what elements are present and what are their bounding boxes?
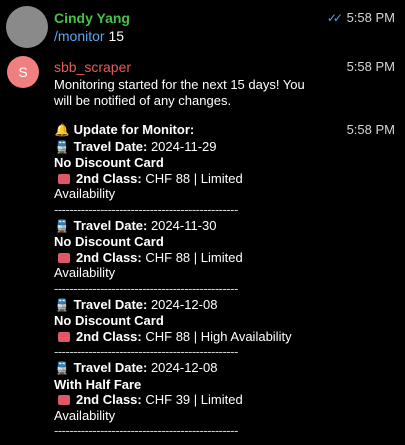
update-message: 🔔 Update for Monitor: 🚆 Travel Date: 202… xyxy=(54,122,344,439)
ticket-icon xyxy=(58,395,70,406)
ticket-icon xyxy=(58,173,70,184)
price: CHF 88 | Limited xyxy=(145,249,243,265)
discount-card: No Discount Card xyxy=(54,234,164,250)
discount-card: No Discount Card xyxy=(54,155,164,171)
separator: ----------------------------------------… xyxy=(54,280,238,296)
update-entry: 🚆 Travel Date: 2024-12-08 No Discount Ca… xyxy=(54,297,344,360)
travel-date-row: 🚆 Travel Date: 2024-12-08 xyxy=(54,359,218,375)
update-header: 🔔 Update for Monitor: xyxy=(54,122,195,137)
double-check-icon: ✓✓ xyxy=(326,11,343,25)
message-time: 5:58 PM xyxy=(346,10,395,25)
discount-card: No Discount Card xyxy=(54,313,164,329)
update-entry: 🚆 Travel Date: 2024-12-08 With Half Fare… xyxy=(54,360,344,439)
avatar[interactable]: S xyxy=(7,56,39,88)
avatar-letter: S xyxy=(18,64,28,80)
message-time: 5:58 PM xyxy=(346,59,395,74)
class-row: 2nd Class: CHF 88 | High Availability xyxy=(54,329,344,345)
separator: ----------------------------------------… xyxy=(54,423,238,439)
command-link[interactable]: /monitor xyxy=(54,28,105,44)
travel-date: 2024-11-30 xyxy=(150,217,217,233)
message-meta: ✓✓ 5:58 PM xyxy=(327,9,395,27)
update-entry: 🚆 Travel Date: 2024-11-29 No Discount Ca… xyxy=(54,139,344,218)
command-argument: 15 xyxy=(108,28,125,44)
class-row: 2nd Class: CHF 88 | Limited xyxy=(54,171,344,187)
message-line: will be notified of any changes. xyxy=(54,93,232,108)
train-icon: 🚆 xyxy=(54,218,70,233)
train-icon: 🚆 xyxy=(54,297,70,312)
message-time: 5:58 PM xyxy=(346,122,395,137)
update-entry: 🚆 Travel Date: 2024-11-30 No Discount Ca… xyxy=(54,218,344,297)
train-icon: 🚆 xyxy=(54,139,70,154)
ticket-icon xyxy=(58,252,70,263)
price-continued: Availability xyxy=(54,407,116,423)
sender-name[interactable]: sbb_scraper xyxy=(54,58,131,76)
separator: ----------------------------------------… xyxy=(54,201,238,217)
travel-date: 2024-12-08 xyxy=(150,296,218,312)
price: CHF 88 | Limited xyxy=(145,170,243,186)
message-text: Monitoring started for the next 15 days!… xyxy=(54,77,354,109)
ticket-icon xyxy=(58,331,70,342)
travel-date-row: 🚆 Travel Date: 2024-11-30 xyxy=(54,217,217,233)
class-row: 2nd Class: CHF 39 | Limited xyxy=(54,392,344,408)
travel-date: 2024-11-29 xyxy=(150,138,217,154)
travel-date-row: 🚆 Travel Date: 2024-11-29 xyxy=(54,138,217,154)
message-line: Monitoring started for the next 15 days!… xyxy=(54,77,305,92)
discount-card: With Half Fare xyxy=(54,376,142,392)
avatar[interactable] xyxy=(6,6,48,48)
message-text: /monitor 15 xyxy=(54,28,124,44)
price-continued: Availability xyxy=(54,265,116,281)
bell-icon: 🔔 xyxy=(54,123,70,137)
price: CHF 88 | High Availability xyxy=(145,328,292,344)
price: CHF 39 | Limited xyxy=(145,392,243,408)
train-icon: 🚆 xyxy=(54,360,70,375)
travel-date-row: 🚆 Travel Date: 2024-12-08 xyxy=(54,296,218,312)
price-continued: Availability xyxy=(54,186,116,202)
travel-date: 2024-12-08 xyxy=(150,359,218,375)
sender-name[interactable]: Cindy Yang xyxy=(54,9,130,27)
class-row: 2nd Class: CHF 88 | Limited xyxy=(54,250,344,266)
separator: ----------------------------------------… xyxy=(54,344,238,360)
